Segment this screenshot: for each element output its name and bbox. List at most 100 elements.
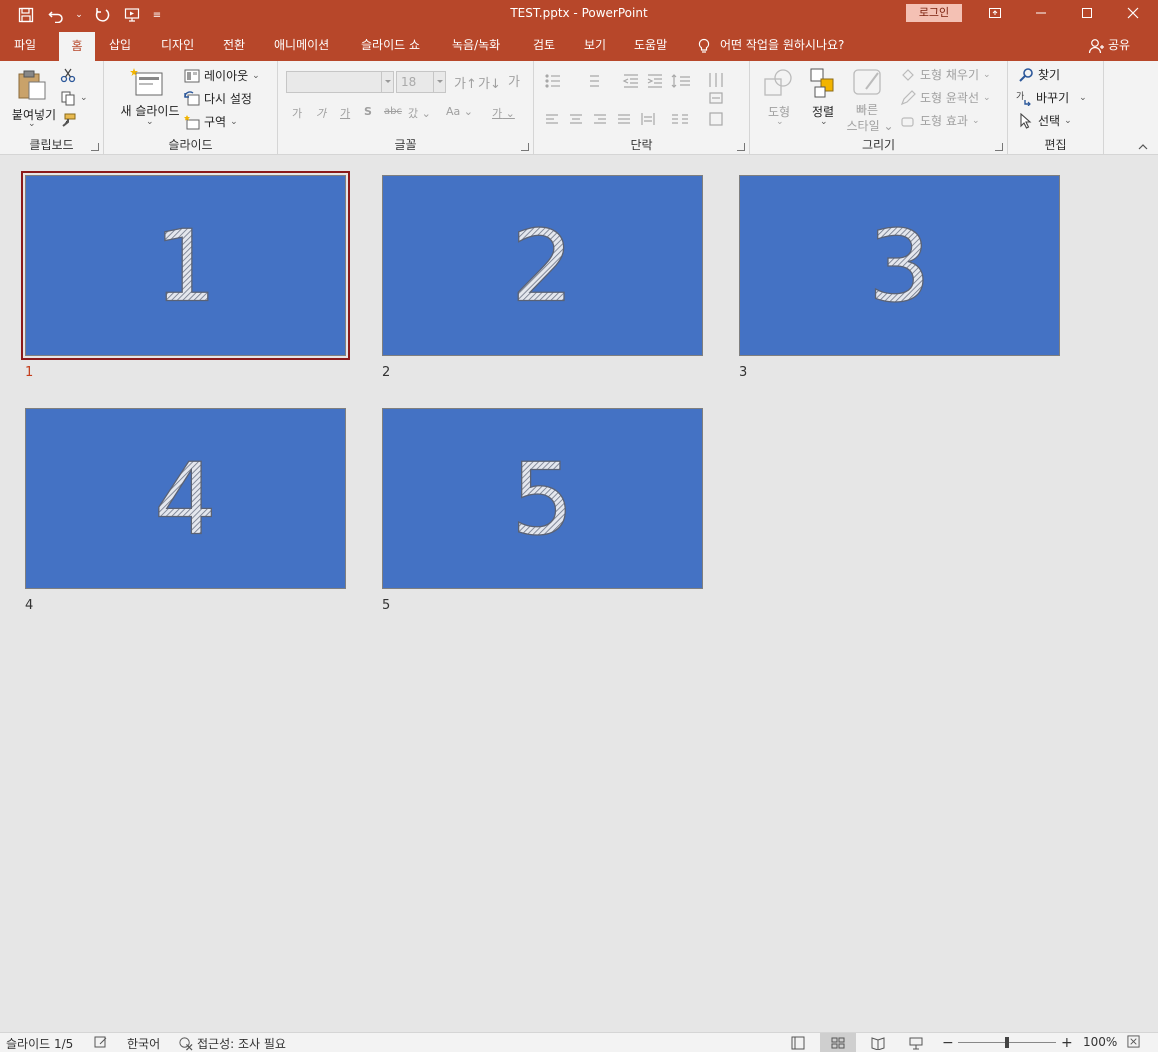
- select-button[interactable]: 선택 ⌄: [1018, 112, 1072, 129]
- replace-label: 바꾸기: [1036, 91, 1070, 105]
- tab-file[interactable]: 파일: [12, 30, 38, 61]
- paint-bucket-icon: [902, 68, 914, 81]
- font-size-dropdown-icon[interactable]: [433, 72, 445, 92]
- reset-button[interactable]: 다시 설정: [184, 90, 252, 107]
- text-shadow-button[interactable]: S: [364, 105, 372, 118]
- slide-number-label: 4: [25, 598, 34, 613]
- font-color-button[interactable]: 가 ⌄: [492, 105, 515, 121]
- shape-effects-button[interactable]: 도형 효과 ⌄: [900, 112, 980, 129]
- section-button[interactable]: 구역 ⌄: [184, 113, 238, 130]
- tab-insert[interactable]: 삽입: [107, 30, 133, 61]
- slide-thumbnail-3[interactable]: 3: [739, 175, 1060, 356]
- slide-numeral: 5: [511, 443, 574, 558]
- tell-me-text: 어떤 작업을 원하시나요?: [720, 38, 845, 52]
- accessibility-icon: [179, 1037, 193, 1051]
- tab-animations[interactable]: 애니메이션: [272, 30, 331, 61]
- tab-design[interactable]: 디자인: [159, 30, 196, 61]
- tab-help[interactable]: 도움말: [632, 30, 669, 61]
- paste-button[interactable]: 붙여넣기 ⌄: [6, 67, 56, 135]
- layout-button[interactable]: 레이아웃 ⌄: [184, 67, 260, 84]
- shapes-button[interactable]: 도형 ⌄: [758, 67, 800, 133]
- font-size-value: 18: [401, 75, 417, 89]
- tab-recording[interactable]: 녹음/녹화: [450, 30, 502, 61]
- reset-icon: [184, 90, 200, 105]
- tab-transitions[interactable]: 전환: [221, 30, 247, 61]
- new-slide-icon: [130, 68, 163, 96]
- ribbon-display-options-icon[interactable]: [972, 0, 1018, 26]
- slide-thumbnail-5[interactable]: 5: [382, 408, 703, 589]
- accessibility-status[interactable]: 접근성: 조사 필요: [178, 1035, 286, 1052]
- cut-button[interactable]: [60, 67, 76, 83]
- new-slide-button[interactable]: 새 슬라이드 ⌄: [110, 65, 182, 135]
- find-label: 찾기: [1038, 68, 1061, 82]
- tab-review[interactable]: 검토: [531, 30, 557, 61]
- font-launcher-icon[interactable]: [521, 143, 529, 151]
- layout-icon: [184, 69, 200, 82]
- slide-sorter: 1 1 2 2 3 3 4 4 5 5: [0, 155, 1158, 1032]
- tell-me-search[interactable]: 어떤 작업을 원하시나요?: [696, 30, 844, 61]
- close-icon[interactable]: [1110, 0, 1156, 26]
- arrange-icon: [810, 68, 834, 98]
- language-status[interactable]: 한국어: [127, 1035, 160, 1052]
- slide-thumbnail-1[interactable]: 1: [21, 171, 350, 360]
- shape-effects-icon: [901, 116, 914, 127]
- paste-icon: [18, 70, 46, 100]
- decrease-font-size-icon[interactable]: 가↓: [478, 73, 501, 92]
- zoom-in-button[interactable]: +: [1061, 1035, 1073, 1051]
- notes-status-icon[interactable]: [94, 1035, 108, 1049]
- arrange-button[interactable]: 정렬 ⌄: [802, 67, 844, 133]
- normal-view-icon[interactable]: [780, 1033, 816, 1052]
- clipboard-launcher-icon[interactable]: [91, 143, 99, 151]
- paragraph-launcher-icon[interactable]: [737, 143, 745, 151]
- font-name-combo[interactable]: [286, 71, 394, 93]
- slide-show-view-icon[interactable]: [898, 1033, 934, 1052]
- font-name-dropdown-icon[interactable]: [381, 72, 393, 92]
- slide-numeral: 3: [868, 210, 931, 325]
- underline-button[interactable]: 가: [340, 105, 350, 121]
- tab-home[interactable]: 홈: [59, 32, 95, 61]
- layout-dropdown-icon: ⌄: [252, 70, 260, 81]
- minimize-icon[interactable]: [1018, 0, 1064, 26]
- format-painter-button[interactable]: [60, 113, 76, 129]
- quick-styles-button[interactable]: 빠른 스타일 ⌄: [844, 67, 894, 137]
- slide-sorter-view-icon[interactable]: [820, 1033, 856, 1052]
- tab-slide-show[interactable]: 슬라이드 쇼: [359, 30, 422, 61]
- slide-thumbnail-4[interactable]: 4: [25, 408, 346, 589]
- login-button[interactable]: 로그인: [906, 4, 962, 22]
- strikethrough-button[interactable]: abc: [384, 106, 402, 117]
- share-button[interactable]: 공유: [1088, 30, 1130, 61]
- ribbon: 붙여넣기 ⌄ ⌄ 클립보드 새 슬라이드 ⌄ 레이아웃 ⌄ 다시 설정 구역 ⌄…: [0, 61, 1158, 155]
- shape-fill-button[interactable]: 도형 채우기 ⌄: [900, 66, 991, 83]
- italic-button[interactable]: 가: [316, 105, 326, 121]
- increase-font-size-icon[interactable]: 가↑: [454, 73, 477, 92]
- slide-number-label: 5: [382, 598, 391, 613]
- search-icon: [1019, 67, 1033, 82]
- bold-button[interactable]: 가: [292, 105, 302, 121]
- copy-icon: [61, 91, 75, 106]
- replace-button[interactable]: 가 바꾸기 ⌄: [1016, 89, 1087, 106]
- shape-outline-button[interactable]: 도형 윤곽선 ⌄: [900, 89, 991, 106]
- collapse-ribbon-icon[interactable]: [1138, 142, 1148, 152]
- character-spacing-button[interactable]: 갔 ⌄: [408, 105, 431, 121]
- lightbulb-icon: [698, 38, 710, 53]
- maximize-icon[interactable]: [1064, 0, 1110, 26]
- tab-view[interactable]: 보기: [582, 30, 608, 61]
- shapes-dropdown-icon: ⌄: [776, 117, 784, 127]
- slide-count[interactable]: 슬라이드 1/5: [6, 1035, 73, 1052]
- title-bar: ⌄ ≡ TEST.pptx - PowerPoint 로그인: [0, 0, 1158, 30]
- reset-label: 다시 설정: [204, 92, 252, 106]
- copy-button[interactable]: ⌄: [60, 90, 88, 106]
- zoom-out-button[interactable]: −: [942, 1035, 954, 1051]
- slide-thumbnail-2[interactable]: 2: [382, 175, 703, 356]
- clear-formatting-icon[interactable]: 가: [508, 71, 520, 90]
- font-size-combo[interactable]: 18: [396, 71, 446, 93]
- zoom-level[interactable]: 100%: [1083, 1035, 1117, 1049]
- find-button[interactable]: 찾기: [1018, 66, 1060, 83]
- change-case-button[interactable]: Aa ⌄: [446, 105, 473, 118]
- fit-to-window-icon[interactable]: [1127, 1035, 1140, 1048]
- reading-view-icon[interactable]: [860, 1033, 896, 1052]
- person-icon: [1088, 38, 1104, 53]
- drawing-launcher-icon[interactable]: [995, 143, 1003, 151]
- zoom-slider-thumb[interactable]: [1005, 1037, 1009, 1048]
- svg-text:가: 가: [1016, 91, 1024, 102]
